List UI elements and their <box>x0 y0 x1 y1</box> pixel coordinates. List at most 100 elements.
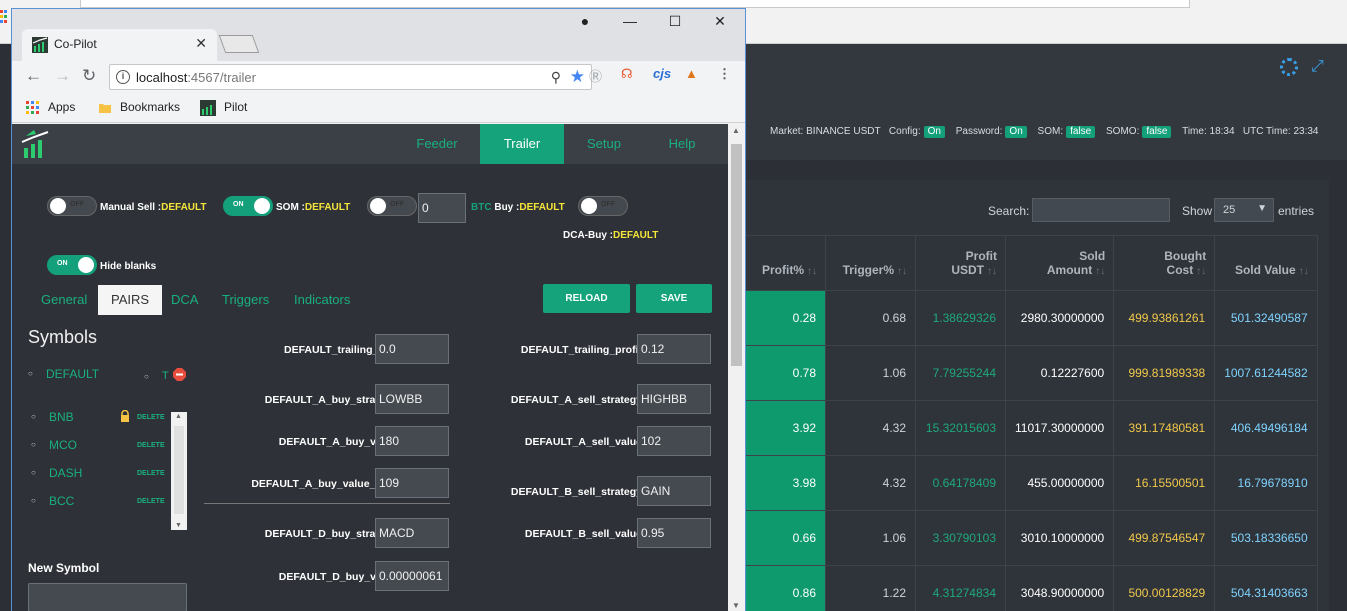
b-sell-strategy-input[interactable]: GAIN <box>637 476 711 506</box>
table-search-input[interactable] <box>1032 198 1170 222</box>
scroll-down-icon[interactable]: ▼ <box>732 601 740 610</box>
reload-icon[interactable]: ↻ <box>82 66 96 86</box>
cjs-extension-icon[interactable]: cjs <box>653 66 671 81</box>
buy-toggle[interactable]: OFF <box>367 196 417 216</box>
delete-bnb-button[interactable]: DELETE <box>137 414 165 421</box>
symbol-mco[interactable]: MCO <box>31 438 77 452</box>
back-icon[interactable]: ← <box>25 66 42 86</box>
nav-help[interactable]: Help <box>640 124 724 164</box>
trailing-profit-input[interactable]: 0.12 <box>637 334 711 364</box>
table-row[interactable]: 3.92 4.32 15.32015603 11017.30000000 391.174… <box>745 400 1318 456</box>
col-header-profit-pct[interactable]: Profit% ↑↓ <box>745 235 826 291</box>
table-row[interactable]: 0.78 1.06 7.79255244 0.12227600 999.81989338… <box>745 345 1318 401</box>
table-cell: 4.32 <box>825 400 916 456</box>
new-symbol-input[interactable] <box>28 583 187 611</box>
table-row[interactable]: 0.66 1.06 3.30790103 3010.10000000 499.87546… <box>745 510 1318 566</box>
bookmark-apps[interactable]: Apps <box>26 100 75 115</box>
table-cell: 15.32015603 <box>915 400 1006 456</box>
nav-feeder[interactable]: Feeder <box>395 124 479 164</box>
manual-sell-toggle[interactable]: OFF <box>47 196 97 216</box>
table-row[interactable]: 3.98 4.32 0.64178409 455.00000000 16.1550050… <box>745 455 1318 511</box>
subtab-general[interactable]: General <box>28 285 100 315</box>
delete-dash-button[interactable]: DELETE <box>137 470 165 477</box>
config-badge: On <box>923 126 945 138</box>
profile-icon[interactable]: ● <box>570 13 600 29</box>
subtab-triggers[interactable]: Triggers <box>209 285 282 315</box>
col-header-sold-amount[interactable]: Sold Amount ↑↓ <box>1004 235 1115 291</box>
window-close-icon[interactable]: ✕ <box>705 13 735 30</box>
bookmark-star-icon[interactable]: ★ <box>570 67 585 87</box>
col-header-trigger-pct[interactable]: Trigger% ↑↓ <box>825 235 916 291</box>
reload-button[interactable]: RELOAD <box>543 284 630 313</box>
new-tab-button[interactable] <box>218 35 260 53</box>
entries-select[interactable]: 25 ▼ <box>1214 198 1274 222</box>
stop-icon[interactable] <box>173 368 186 381</box>
delete-mco-button[interactable]: DELETE <box>137 442 165 449</box>
browser-tab[interactable]: Co-Pilot ✕ <box>22 29 217 61</box>
site-info-icon[interactable]: i <box>116 70 130 84</box>
symbol-bnb[interactable]: BNB <box>31 410 73 424</box>
table-row[interactable]: 0.86 1.22 4.31274834 3048.90000000 500.00128… <box>745 565 1318 611</box>
delete-bcc-button[interactable]: DELETE <box>137 498 165 505</box>
trades-table: Profit% ↑↓ Trigger% ↑↓ Profit USDT ↑↓ Sold Am… <box>745 235 1318 611</box>
scroll-up-icon[interactable]: ▲ <box>732 126 740 135</box>
tab-close-icon[interactable]: ✕ <box>195 35 207 52</box>
dca-buy-toggle[interactable]: OFF <box>578 196 628 216</box>
symbol-bcc[interactable]: BCC <box>31 494 75 508</box>
subtab-pairs[interactable]: PAIRS <box>98 285 163 315</box>
expand-icon[interactable]: ⤢ <box>1311 58 1324 76</box>
trailing-buy-input[interactable]: 0.0 <box>375 334 449 364</box>
table-cell: 999.81989338 <box>1113 345 1216 401</box>
som-toggle[interactable]: ON <box>223 196 273 216</box>
symbol-list-scrollbar[interactable]: ▲ ▼ <box>171 412 187 530</box>
bookmarks-bar: Apps Bookmarks Pilot <box>12 93 745 123</box>
zoom-icon[interactable]: ⚲ <box>551 69 561 86</box>
new-symbol-label: New Symbol <box>28 561 100 575</box>
subtab-indicators[interactable]: Indicators <box>281 285 363 315</box>
buy-amount-input[interactable]: 0 <box>418 193 466 223</box>
hide-blanks-toggle[interactable]: ON <box>47 255 97 275</box>
nav-setup[interactable]: Setup <box>562 124 646 164</box>
bookmark-pilot[interactable]: Pilot <box>200 100 247 116</box>
bookmark-bookmarks[interactable]: Bookmarks <box>98 100 180 115</box>
browser-menu-icon[interactable]: ⋮ <box>718 66 731 82</box>
subtab-dca[interactable]: DCA <box>158 285 211 315</box>
som-badge: false <box>1066 126 1096 138</box>
d-buy-value-input[interactable]: 0.00000061 <box>375 561 449 591</box>
copilot-logo-icon[interactable] <box>20 128 52 160</box>
symbol-default[interactable]: DEFAULT <box>28 367 99 381</box>
table-cell: 1.06 <box>825 345 916 401</box>
forward-icon[interactable]: → <box>54 66 71 86</box>
field-label-trailing-profit: DEFAULT_trailing_profit <box>520 344 642 356</box>
d-buy-strategy-input[interactable]: MACD <box>375 518 449 548</box>
search-label: Search: <box>988 204 1030 218</box>
nav-trailer[interactable]: Trailer <box>480 124 564 164</box>
scroll-thumb[interactable] <box>731 144 742 366</box>
col-header-sold-value[interactable]: Sold Value ↑↓ <box>1214 235 1318 291</box>
symbol-dash[interactable]: DASH <box>31 466 83 480</box>
headphones-extension-icon[interactable]: ☊ <box>621 66 633 82</box>
col-header-bought-cost[interactable]: Bought Cost ↑↓ <box>1113 235 1216 291</box>
a-buy-value-limit-input[interactable]: 109 <box>375 468 449 498</box>
a-sell-value-input[interactable]: 102 <box>637 426 711 456</box>
a-sell-strategy-input[interactable]: HIGHBB <box>637 384 711 414</box>
table-cell: 3.92 <box>745 400 826 456</box>
a-buy-strategy-input[interactable]: LOWBB <box>375 384 449 414</box>
window-titlebar[interactable]: Co-Pilot ✕ ● — ☐ ✕ <box>12 9 745 61</box>
address-bar[interactable]: i localhost:4567/trailer ⚲ ★ <box>109 64 592 90</box>
col-header-profit-usdt[interactable]: Profit USDT ↑↓ <box>915 235 1006 291</box>
minimize-icon[interactable]: — <box>615 13 645 29</box>
a-buy-value-input[interactable]: 180 <box>375 426 449 456</box>
table-row[interactable]: 0.28 0.68 1.38629326 2980.30000000 499.93861… <box>745 290 1318 346</box>
folder-icon <box>99 103 111 113</box>
outer-apps-icon[interactable] <box>0 10 8 24</box>
copilot-page: Feeder Trailer Setup Help OFF Manual Sel… <box>12 124 728 611</box>
outer-address-bar[interactable] <box>80 0 1190 8</box>
maximize-icon[interactable]: ☐ <box>660 13 690 30</box>
table-cell: 0.68 <box>825 290 916 346</box>
metamask-extension-icon[interactable]: ▲ <box>685 66 698 81</box>
b-sell-value-input[interactable]: 0.95 <box>637 518 711 548</box>
save-button[interactable]: SAVE <box>636 284 712 313</box>
page-scrollbar[interactable]: ▲ ▼ <box>728 124 745 611</box>
skype-extension-icon[interactable]: Ⓡ <box>589 66 602 85</box>
